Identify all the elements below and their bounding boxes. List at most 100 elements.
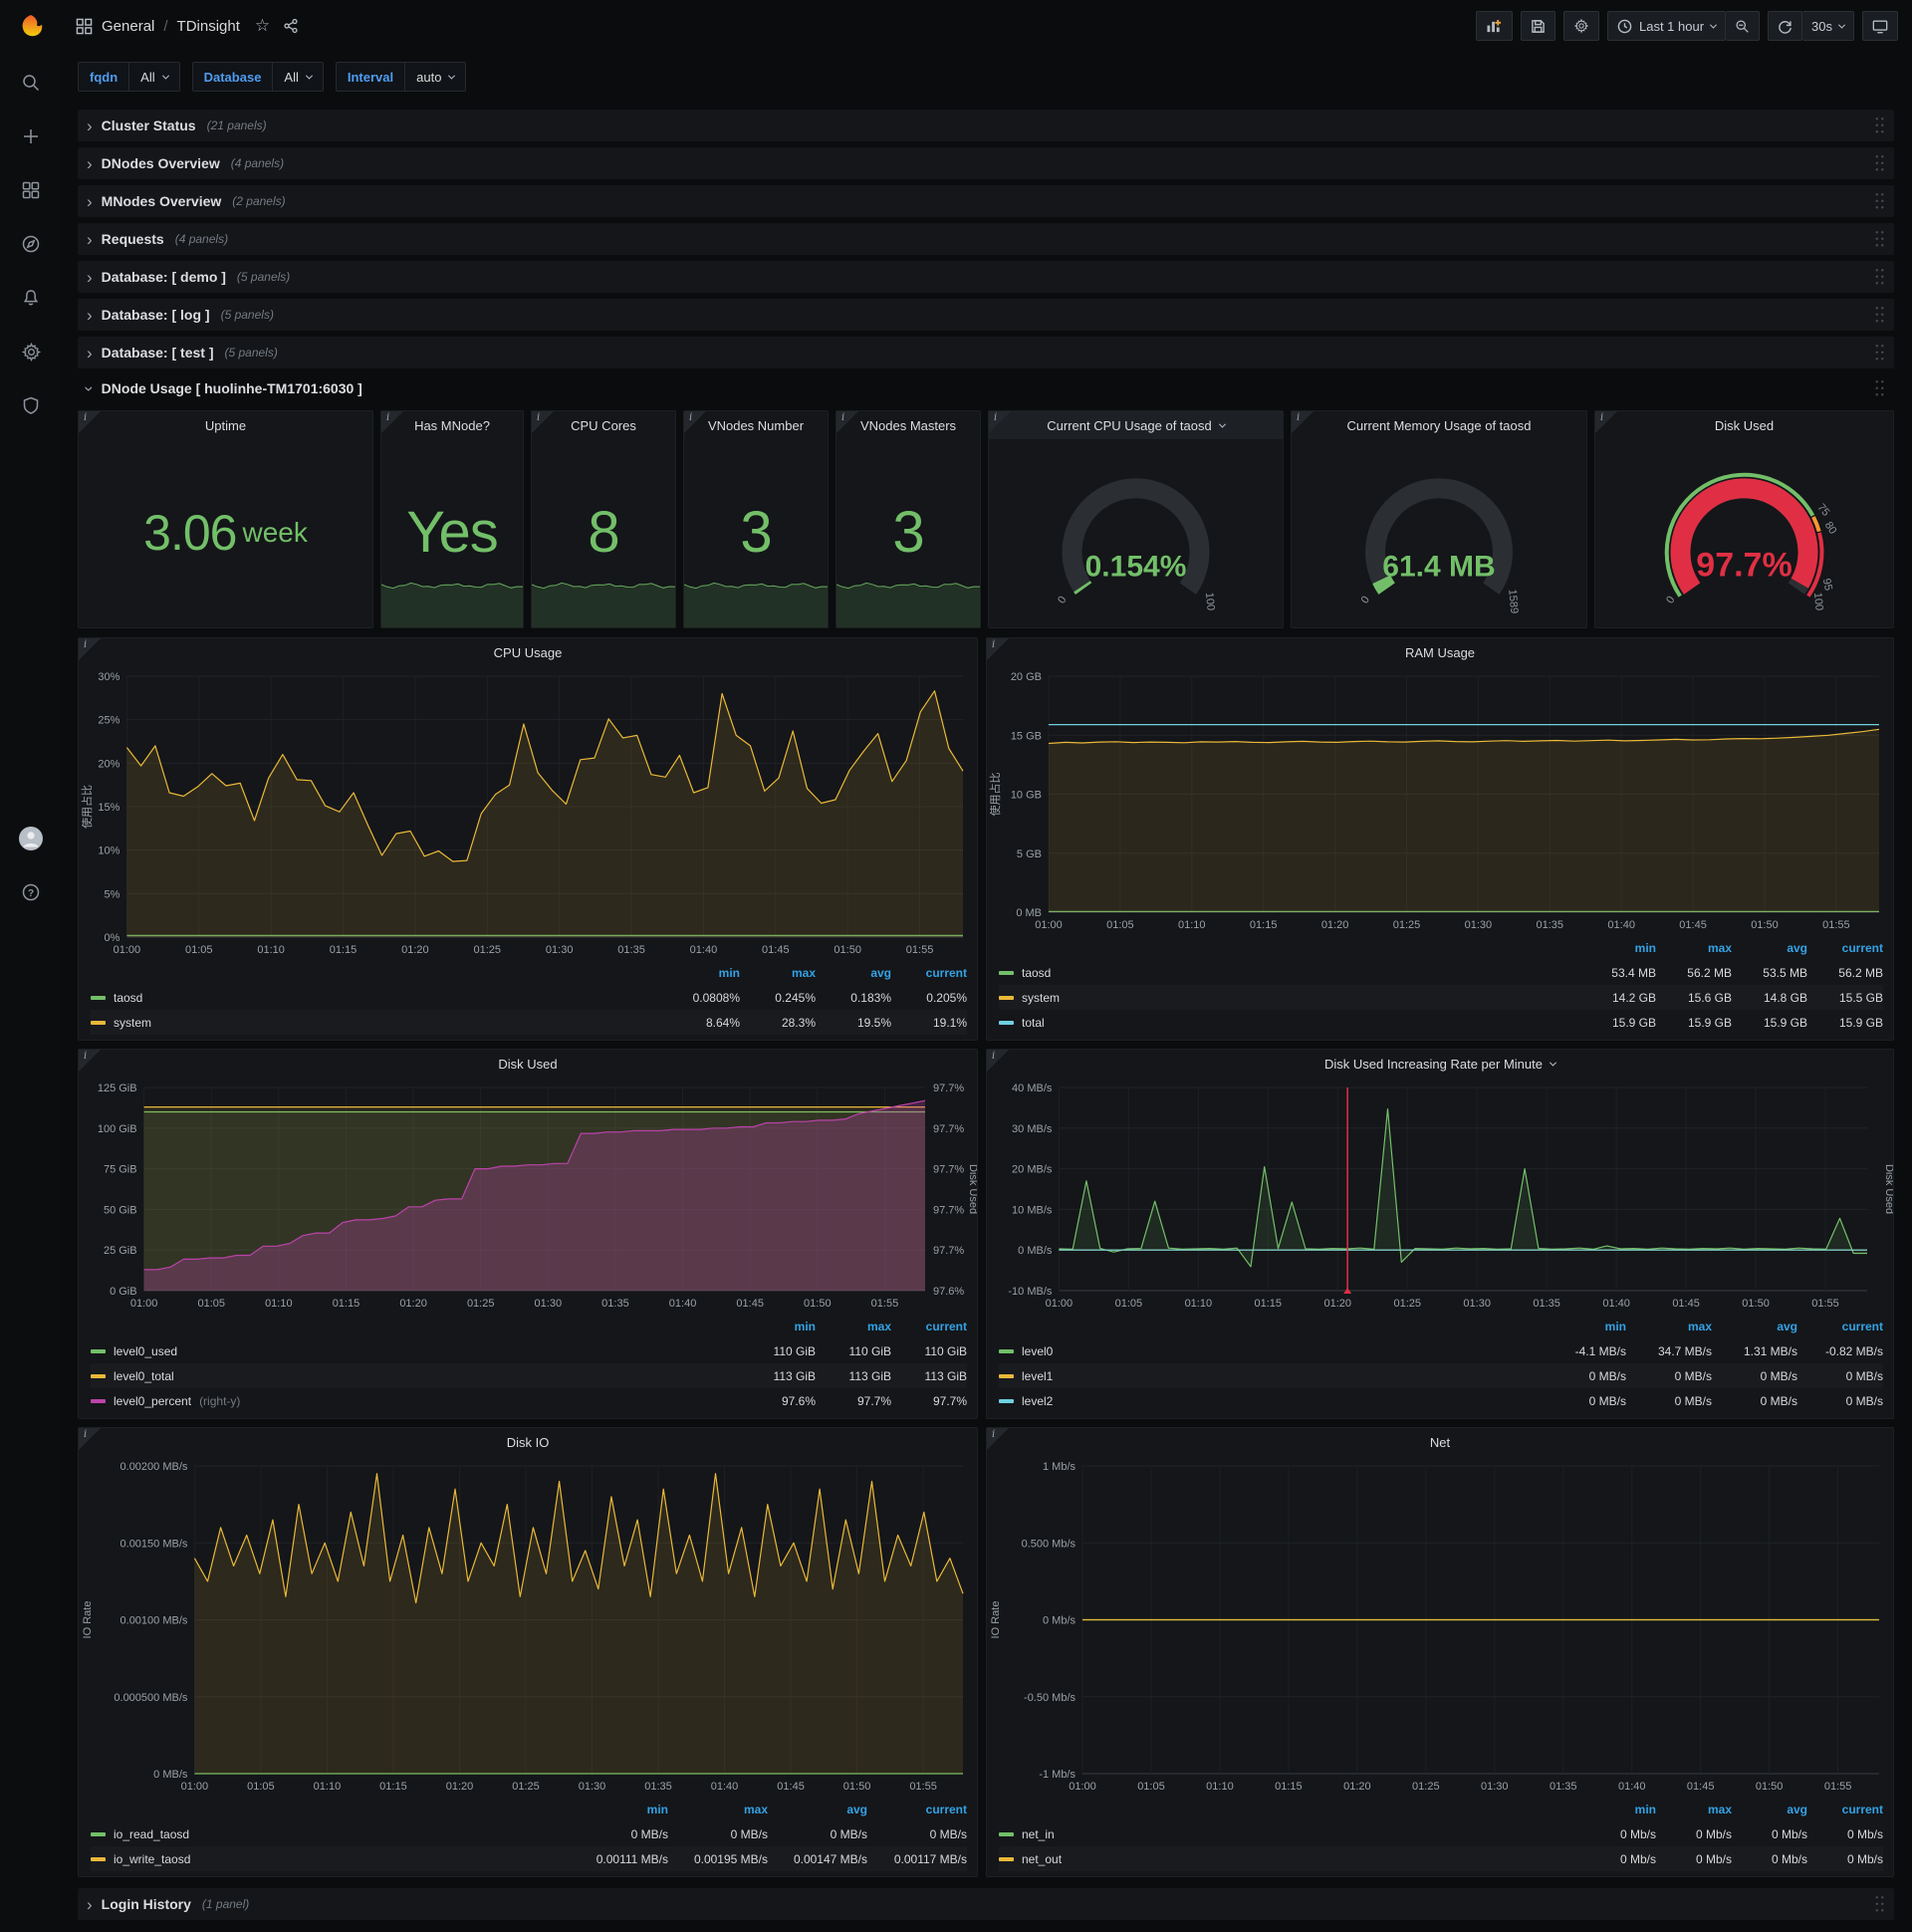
legend-series-level0-total[interactable]: level0_total bbox=[91, 1369, 740, 1383]
panel-menu-chevron-icon[interactable] bbox=[1549, 1059, 1557, 1067]
legend-col-current[interactable]: current bbox=[867, 1803, 967, 1816]
variable-database-value[interactable]: All bbox=[273, 62, 324, 92]
row-drag-handle[interactable] bbox=[1874, 153, 1885, 173]
time-range-picker[interactable]: Last 1 hour bbox=[1606, 11, 1727, 41]
legend-series-system[interactable]: system bbox=[91, 1016, 664, 1030]
panel-title[interactable]: CPU Usage bbox=[79, 638, 977, 666]
row-cluster-status[interactable]: › Cluster Status (21 panels) bbox=[78, 110, 1894, 141]
breadcrumb-folder[interactable]: General bbox=[102, 18, 154, 35]
legend-col-avg[interactable]: avg bbox=[1732, 1803, 1807, 1816]
ram-usage-chart[interactable]: 0 MB 5 GB 10 GB 15 GB 20 GB 01:00 01:05 01:10 01… bbox=[987, 666, 1893, 934]
panel-title[interactable]: Disk Used bbox=[1595, 411, 1893, 439]
row-drag-handle[interactable] bbox=[1874, 116, 1885, 135]
row-drag-handle[interactable] bbox=[1874, 378, 1885, 398]
create-plus-icon[interactable] bbox=[0, 110, 62, 163]
row-requests[interactable]: › Requests (4 panels) bbox=[78, 223, 1894, 255]
panel-title[interactable]: Current Memory Usage of taosd bbox=[1292, 411, 1586, 439]
zoom-out-time-button[interactable] bbox=[1726, 11, 1761, 41]
panel-menu-chevron-icon[interactable] bbox=[1218, 420, 1226, 428]
legend-col-max[interactable]: max bbox=[1656, 941, 1732, 955]
row-drag-handle[interactable] bbox=[1874, 305, 1885, 325]
legend-series-level0-used[interactable]: level0_used bbox=[91, 1344, 740, 1358]
share-icon[interactable] bbox=[283, 18, 299, 34]
row-drag-handle[interactable] bbox=[1874, 229, 1885, 249]
panel-title[interactable]: Has MNode? bbox=[381, 411, 523, 439]
row-drag-handle[interactable] bbox=[1874, 1894, 1885, 1914]
panel-title[interactable]: Disk IO bbox=[79, 1428, 977, 1456]
legend-col-max[interactable]: max bbox=[668, 1803, 768, 1816]
legend-col-min[interactable]: min bbox=[569, 1803, 668, 1816]
legend-col-current[interactable]: current bbox=[1797, 1320, 1883, 1333]
row-drag-handle[interactable] bbox=[1874, 343, 1885, 362]
refresh-button[interactable] bbox=[1768, 11, 1803, 41]
user-avatar[interactable] bbox=[0, 812, 62, 865]
legend-series-level2[interactable]: level2 bbox=[999, 1394, 1541, 1408]
variable-fqdn-label[interactable]: fqdn bbox=[78, 62, 130, 92]
dashboard-settings-button[interactable] bbox=[1562, 11, 1599, 41]
variable-database-label[interactable]: Database bbox=[191, 62, 274, 92]
variable-fqdn-value[interactable]: All bbox=[129, 62, 180, 92]
row-mnodes-overview[interactable]: › MNodes Overview (2 panels) bbox=[78, 185, 1894, 217]
legend-col-min[interactable]: min bbox=[1580, 1803, 1656, 1816]
row-database-demo[interactable]: › Database: [ demo ] (5 panels) bbox=[78, 261, 1894, 293]
disk-used-increasing-rate-per-minute-chart[interactable]: -10 MB/s 0 MB/s 10 MB/s 20 MB/s 30 MB/s 40 MB… bbox=[987, 1078, 1893, 1313]
legend-series-total[interactable]: total bbox=[999, 1016, 1580, 1030]
legend-col-avg[interactable]: avg bbox=[768, 1803, 867, 1816]
net-chart[interactable]: -1 Mb/s -0.50 Mb/s 0 Mb/s 0.500 Mb/s 1 Mb/s 0… bbox=[987, 1456, 1893, 1796]
legend-series-io-write-taosd[interactable]: io_write_taosd bbox=[91, 1852, 569, 1866]
add-panel-button[interactable] bbox=[1475, 11, 1513, 41]
legend-col-max[interactable]: max bbox=[1656, 1803, 1732, 1816]
configuration-gear-icon[interactable] bbox=[0, 325, 62, 378]
cpu-usage-chart[interactable]: 0% 5% 10% 15% 20% 25% 30% 01:00 01:05 01:10 01:15 0… bbox=[79, 666, 977, 959]
variable-interval-value[interactable]: auto bbox=[405, 62, 467, 92]
panel-title[interactable]: Disk Used Increasing Rate per Minute bbox=[987, 1050, 1893, 1078]
panel-title[interactable]: Net bbox=[987, 1428, 1893, 1456]
server-admin-shield-icon[interactable] bbox=[0, 378, 62, 432]
panel-title[interactable]: Uptime bbox=[79, 411, 372, 439]
panel-title[interactable]: CPU Cores bbox=[532, 411, 675, 439]
legend-col-max[interactable]: max bbox=[816, 1320, 891, 1333]
panel-title[interactable]: VNodes Masters bbox=[836, 411, 980, 439]
panel-title[interactable]: Current CPU Usage of taosd bbox=[989, 411, 1283, 439]
legend-series-taosd[interactable]: taosd bbox=[999, 966, 1580, 980]
legend-series-level1[interactable]: level1 bbox=[999, 1369, 1541, 1383]
cycle-view-mode-button[interactable] bbox=[1862, 11, 1898, 41]
save-dashboard-button[interactable] bbox=[1520, 11, 1555, 41]
legend-col-max[interactable]: max bbox=[740, 966, 816, 980]
legend-series-net-out[interactable]: net_out bbox=[999, 1852, 1580, 1866]
refresh-interval-picker[interactable]: 30s bbox=[1802, 11, 1854, 41]
dashboards-icon[interactable] bbox=[0, 163, 62, 217]
legend-series-level0[interactable]: level0 bbox=[999, 1344, 1541, 1358]
row-login-history[interactable]: › Login History (1 panel) bbox=[78, 1888, 1894, 1920]
row-dnodes-overview[interactable]: › DNodes Overview (4 panels) bbox=[78, 147, 1894, 179]
legend-col-current[interactable]: current bbox=[1807, 941, 1883, 955]
legend-col-avg[interactable]: avg bbox=[1712, 1320, 1797, 1333]
row-drag-handle[interactable] bbox=[1874, 267, 1885, 287]
variable-interval-label[interactable]: Interval bbox=[335, 62, 406, 92]
breadcrumb-title[interactable]: TDinsight bbox=[177, 18, 240, 35]
legend-col-min[interactable]: min bbox=[1541, 1320, 1626, 1333]
alerting-bell-icon[interactable] bbox=[0, 271, 62, 325]
legend-series-system[interactable]: system bbox=[999, 991, 1580, 1005]
legend-col-min[interactable]: min bbox=[740, 1320, 816, 1333]
legend-series-net-in[interactable]: net_in bbox=[999, 1827, 1580, 1841]
search-icon[interactable] bbox=[0, 56, 62, 110]
panel-title[interactable]: VNodes Number bbox=[684, 411, 828, 439]
row-drag-handle[interactable] bbox=[1874, 191, 1885, 211]
legend-col-avg[interactable]: avg bbox=[1732, 941, 1807, 955]
legend-series-taosd[interactable]: taosd bbox=[91, 991, 664, 1005]
favorite-star-icon[interactable]: ☆ bbox=[255, 16, 270, 36]
row-database-log[interactable]: › Database: [ log ] (5 panels) bbox=[78, 299, 1894, 331]
disk-io-chart[interactable]: 0 MB/s 0.000500 MB/s 0.00100 MB/s 0.00150 M… bbox=[79, 1456, 977, 1796]
legend-col-current[interactable]: current bbox=[891, 1320, 967, 1333]
help-icon[interactable]: ? bbox=[0, 865, 62, 919]
panel-title[interactable]: RAM Usage bbox=[987, 638, 1893, 666]
legend-col-current[interactable]: current bbox=[891, 966, 967, 980]
legend-col-min[interactable]: min bbox=[1580, 941, 1656, 955]
legend-series-io-read-taosd[interactable]: io_read_taosd bbox=[91, 1827, 569, 1841]
panel-title[interactable]: Disk Used bbox=[79, 1050, 977, 1078]
row-database-test[interactable]: › Database: [ test ] (5 panels) bbox=[78, 337, 1894, 368]
legend-col-max[interactable]: max bbox=[1626, 1320, 1712, 1333]
legend-col-current[interactable]: current bbox=[1807, 1803, 1883, 1816]
grafana-logo[interactable] bbox=[0, 0, 62, 56]
